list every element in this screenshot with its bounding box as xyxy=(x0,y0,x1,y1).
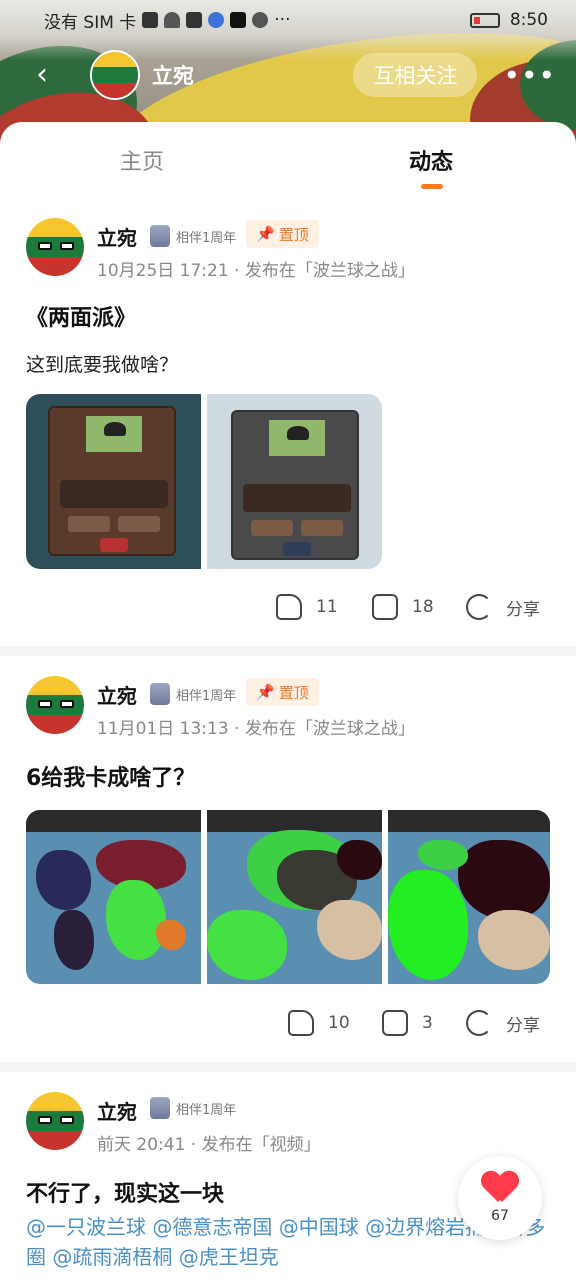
comment-count: 3 xyxy=(422,1013,433,1033)
avatar[interactable] xyxy=(26,1092,84,1150)
chevron-left-icon[interactable]: ‹ xyxy=(36,60,66,90)
like-count: 10 xyxy=(328,1013,350,1033)
user-name: 立宛 xyxy=(152,64,194,88)
divider xyxy=(0,1062,576,1072)
post-title: 6给我卡成啥了？ xyxy=(26,766,196,791)
anniversary-badge-icon xyxy=(150,1097,170,1119)
video-icon xyxy=(186,12,203,28)
pinned-label: 置顶 xyxy=(278,225,309,244)
capcut-icon xyxy=(230,12,247,28)
pinned-badge: 📌 置顶 xyxy=(246,678,319,706)
tab-activity[interactable]: 动态 xyxy=(409,144,453,176)
post-image[interactable] xyxy=(207,394,382,569)
post-actions: 11 18 分享 xyxy=(0,594,576,634)
post-image[interactable] xyxy=(207,810,382,984)
tab-home[interactable]: 主页 xyxy=(120,144,164,176)
pinned-badge: 📌 置顶 xyxy=(246,220,319,248)
post-title: 《两面派》 xyxy=(26,306,137,331)
wechat-icon xyxy=(252,12,269,28)
share-label: 分享 xyxy=(506,1015,540,1036)
tab-indicator xyxy=(421,184,443,189)
like-count: 11 xyxy=(316,597,338,617)
avatar[interactable] xyxy=(26,218,84,276)
pin-icon: 📌 xyxy=(256,225,275,243)
more-notifications-icon: ··· xyxy=(274,10,291,30)
author-name[interactable]: 立宛 xyxy=(97,222,137,251)
divider xyxy=(0,646,576,656)
comment-icon xyxy=(382,1010,408,1036)
like-button[interactable]: 11 xyxy=(276,594,338,620)
anniversary-badge-icon xyxy=(150,683,170,705)
like-fab-count: 67 xyxy=(491,1208,509,1224)
post-image[interactable] xyxy=(26,394,201,569)
thumbs-up-icon xyxy=(276,594,302,620)
avatar[interactable] xyxy=(26,676,84,734)
battery-icon xyxy=(469,12,500,28)
comment-icon xyxy=(372,594,398,620)
post-item[interactable]: 立宛 相伴1周年 📌 置顶 10月25日 17:21 · 发布在「波兰球之战」 … xyxy=(0,214,576,646)
image-gallery xyxy=(26,810,550,984)
post-title: 不行了，现实这一块 xyxy=(26,1182,225,1207)
avatar[interactable] xyxy=(90,50,140,100)
anniversary-badge-icon xyxy=(150,225,170,247)
share-button[interactable]: 分享 xyxy=(466,1010,540,1036)
author-name[interactable]: 立宛 xyxy=(97,680,137,709)
pinned-label: 置顶 xyxy=(278,683,309,702)
tab-bar: 主页 动态 xyxy=(0,122,576,202)
carrier-text: 没有 SIM 卡 xyxy=(44,12,137,33)
image-gallery xyxy=(26,394,382,569)
share-button[interactable]: 分享 xyxy=(466,594,540,620)
alert-icon xyxy=(142,12,159,28)
post-body: 这到底要我做啥？ xyxy=(26,354,179,376)
clock: 8:50 xyxy=(509,10,548,30)
browser-icon xyxy=(208,12,225,28)
post-meta: 11月01日 13:13 · 发布在「波兰球之战」 xyxy=(97,719,415,739)
anniversary-text: 相伴1周年 xyxy=(176,231,237,246)
like-button[interactable]: 10 xyxy=(288,1010,350,1036)
heart-icon xyxy=(482,1172,518,1206)
wifi-icon xyxy=(164,12,181,28)
anniversary-text: 相伴1周年 xyxy=(176,1103,237,1118)
share-label: 分享 xyxy=(506,599,540,620)
comment-button[interactable]: 18 xyxy=(372,594,434,620)
status-bar: 没有 SIM 卡 ··· 8:50 xyxy=(0,0,576,40)
post-image[interactable] xyxy=(26,810,201,984)
post-meta: 前天 20:41 · 发布在「视频」 xyxy=(97,1135,321,1155)
follow-button[interactable]: 互相关注 xyxy=(353,53,478,97)
comment-button[interactable]: 3 xyxy=(382,1010,433,1036)
author-name[interactable]: 立宛 xyxy=(97,1096,137,1125)
post-meta: 10月25日 17:21 · 发布在「波兰球之战」 xyxy=(97,261,415,281)
post-actions: 10 3 分享 xyxy=(0,1010,576,1050)
pin-icon: 📌 xyxy=(256,683,275,701)
thumbs-up-icon xyxy=(288,1010,314,1036)
top-bar: ‹ 立宛 互相关注 ••• xyxy=(0,44,576,106)
content-card: 主页 动态 立宛 相伴1周年 📌 置顶 10月25日 17:21 · 发布在「波… xyxy=(0,122,576,1280)
anniversary-text: 相伴1周年 xyxy=(176,689,237,704)
more-dots-icon[interactable]: ••• xyxy=(503,59,556,92)
share-icon xyxy=(466,594,492,620)
comment-count: 18 xyxy=(412,597,434,617)
like-fab-button[interactable]: 67 xyxy=(458,1156,542,1240)
share-icon xyxy=(466,1010,492,1036)
post-image[interactable] xyxy=(388,810,550,984)
post-item[interactable]: 立宛 相伴1周年 📌 置顶 11月01日 13:13 · 发布在「波兰球之战」 … xyxy=(0,670,576,1070)
